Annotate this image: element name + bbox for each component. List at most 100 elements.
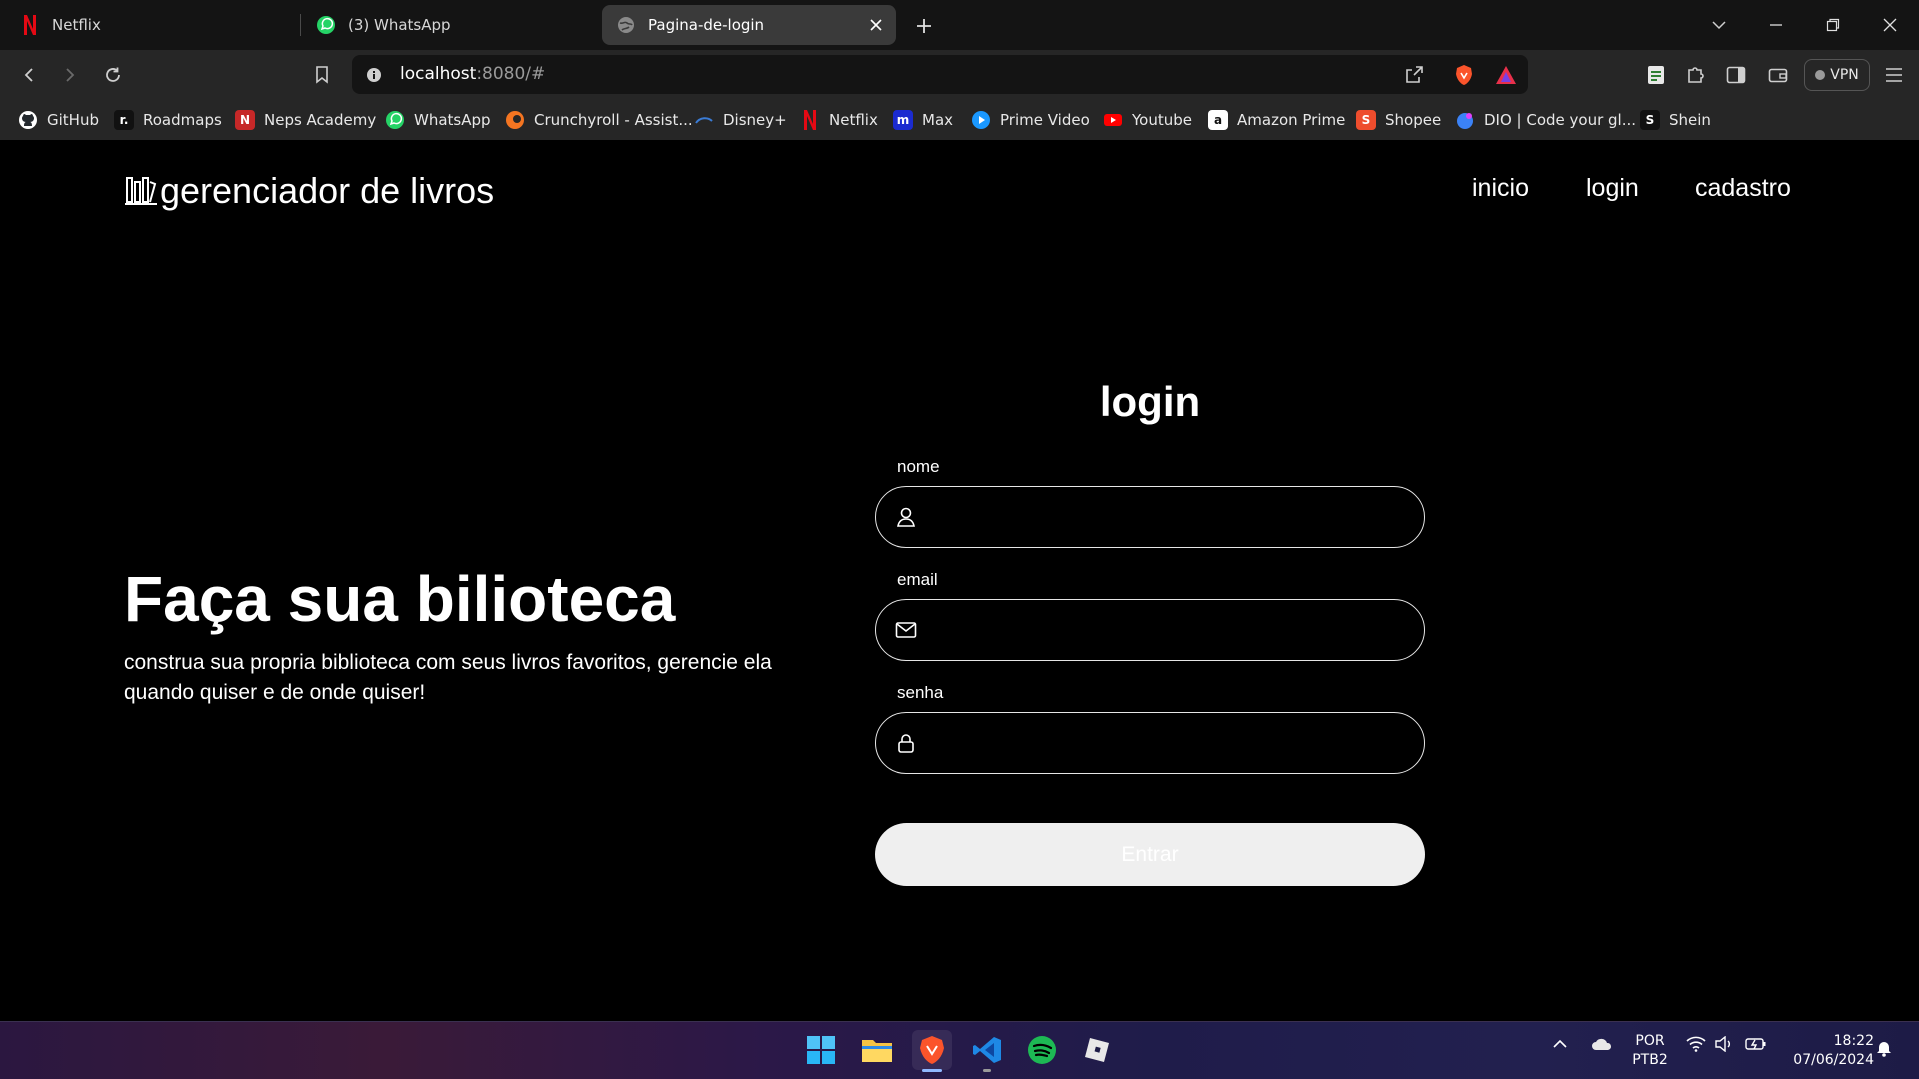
reload-button[interactable] xyxy=(98,60,128,90)
netflix-icon xyxy=(20,15,40,35)
vscode-icon[interactable] xyxy=(967,1030,1007,1070)
neps-academy-icon: N xyxy=(235,110,255,130)
bookmark-disney-plus[interactable]: Disney+ xyxy=(694,108,787,132)
clock[interactable]: 18:22 07/06/2024 xyxy=(1784,1032,1874,1070)
sheets-extension-icon[interactable] xyxy=(1641,60,1671,90)
share-icon[interactable] xyxy=(1399,60,1429,90)
site-info-icon[interactable] xyxy=(359,60,389,90)
shein-icon: S xyxy=(1640,110,1660,130)
bookmark-prime-video[interactable]: Prime Video xyxy=(971,108,1090,132)
tab-whatsapp[interactable]: (3) WhatsApp xyxy=(302,5,592,45)
bookmark-github[interactable]: GitHub xyxy=(18,108,99,132)
bookmark-shein[interactable]: S Shein xyxy=(1640,108,1711,132)
extensions-icon[interactable] xyxy=(1681,60,1711,90)
globe-icon xyxy=(616,15,636,35)
bookmark-dio[interactable]: DIO | Code your gl... xyxy=(1455,108,1636,132)
tab-separator xyxy=(300,14,301,36)
bookmark-label: Prime Video xyxy=(1000,111,1090,129)
vpn-button[interactable]: VPN xyxy=(1804,59,1870,91)
whatsapp-icon xyxy=(316,15,336,35)
email-input[interactable] xyxy=(936,610,1406,650)
nav-cadastro[interactable]: cadastro xyxy=(1695,174,1791,203)
nome-label: nome xyxy=(897,457,940,476)
bookmark-label: WhatsApp xyxy=(414,111,491,129)
brave-shields-icon[interactable] xyxy=(1449,60,1479,90)
prime-video-icon xyxy=(971,110,991,130)
clock-date: 07/06/2024 xyxy=(1793,1052,1874,1068)
bookmark-label: Neps Academy xyxy=(264,111,377,129)
brand-name: gerenciador de livros xyxy=(160,170,495,211)
tab-title: Netflix xyxy=(52,16,101,34)
sidebar-icon[interactable] xyxy=(1721,60,1751,90)
spotify-icon[interactable] xyxy=(1022,1030,1062,1070)
clock-time: 18:22 xyxy=(1833,1033,1874,1049)
bookmark-label: Crunchyroll - Assist... xyxy=(534,111,693,129)
tab-title: (3) WhatsApp xyxy=(348,16,451,34)
whatsapp-icon xyxy=(385,110,405,130)
show-hidden-icons-chevron-icon[interactable] xyxy=(1552,1036,1568,1056)
max-icon: m xyxy=(893,110,913,130)
tab-list-chevron-icon[interactable] xyxy=(1701,10,1737,40)
shopee-icon: S xyxy=(1356,110,1376,130)
bookmark-label: Amazon Prime xyxy=(1237,111,1346,129)
bookmark-label: Shopee xyxy=(1385,111,1442,129)
brave-browser-icon[interactable] xyxy=(912,1030,952,1070)
restore-button[interactable] xyxy=(1815,10,1851,40)
nome-field[interactable] xyxy=(875,486,1425,548)
bookmark-label: DIO | Code your gl... xyxy=(1484,111,1637,129)
wifi-icon[interactable] xyxy=(1686,1036,1706,1056)
roadmaps-icon: r. xyxy=(114,110,134,130)
entrar-button[interactable]: Entrar xyxy=(875,823,1425,886)
hero-title: Faça sua bilioteca xyxy=(124,563,676,635)
volume-icon[interactable] xyxy=(1714,1035,1734,1056)
tab-netflix[interactable]: Netflix xyxy=(6,5,296,45)
bookmark-roadmaps[interactable]: r. Roadmaps xyxy=(114,108,222,132)
login-title: login xyxy=(1099,378,1201,425)
email-label: email xyxy=(897,570,938,589)
youtube-icon xyxy=(1103,110,1123,130)
new-tab-button[interactable] xyxy=(910,12,938,40)
menu-icon[interactable] xyxy=(1879,60,1909,90)
bookmark-max[interactable]: m Max xyxy=(893,108,953,132)
notification-bell-icon[interactable] xyxy=(1876,1039,1892,1061)
language-indicator[interactable]: POR PTB2 xyxy=(1630,1032,1670,1070)
windows-start-icon[interactable] xyxy=(801,1030,841,1070)
forward-button[interactable] xyxy=(55,60,85,90)
bookmark-label: Youtube xyxy=(1132,111,1192,129)
nav-inicio[interactable]: inicio xyxy=(1472,174,1529,203)
email-field[interactable] xyxy=(875,599,1425,661)
brand-logo[interactable]: gerenciador de livros xyxy=(124,168,494,214)
bookmark-label: Shein xyxy=(1669,111,1711,129)
nome-input[interactable] xyxy=(936,497,1406,537)
roblox-icon[interactable] xyxy=(1077,1030,1117,1070)
netflix-icon xyxy=(800,110,820,130)
brave-rewards-icon[interactable] xyxy=(1491,60,1521,90)
file-explorer-icon[interactable] xyxy=(857,1030,897,1070)
senha-field[interactable] xyxy=(875,712,1425,774)
bookmark-label: Roadmaps xyxy=(143,111,222,129)
minimize-button[interactable] xyxy=(1758,10,1794,40)
bookmark-youtube[interactable]: Youtube xyxy=(1103,108,1192,132)
url-path: :8080/# xyxy=(476,64,546,84)
tab-pagina-de-login[interactable]: Pagina-de-login xyxy=(602,5,896,45)
crunchyroll-icon xyxy=(505,110,525,130)
battery-charging-icon[interactable] xyxy=(1745,1036,1767,1056)
url-text[interactable]: localhost:8080/# xyxy=(400,64,545,84)
bookmark-shopee[interactable]: S Shopee xyxy=(1356,108,1441,132)
keyboard-layout: PTB2 xyxy=(1632,1052,1668,1068)
bookmark-neps-academy[interactable]: N Neps Academy xyxy=(235,108,376,132)
bookmark-whatsapp[interactable]: WhatsApp xyxy=(385,108,491,132)
bookmark-crunchyroll[interactable]: Crunchyroll - Assist... xyxy=(505,108,693,132)
bookmark-netflix[interactable]: Netflix xyxy=(800,108,878,132)
bookmark-label: Disney+ xyxy=(723,111,787,129)
amazon-icon: a xyxy=(1208,110,1228,130)
close-window-button[interactable] xyxy=(1872,10,1908,40)
nav-login[interactable]: login xyxy=(1586,174,1639,203)
onedrive-cloud-icon[interactable] xyxy=(1591,1036,1613,1056)
back-button[interactable] xyxy=(14,60,44,90)
bookmark-amazon-prime[interactable]: a Amazon Prime xyxy=(1208,108,1345,132)
close-tab-icon[interactable] xyxy=(866,15,886,35)
bookmark-icon[interactable] xyxy=(307,60,337,90)
senha-input[interactable] xyxy=(936,723,1406,763)
wallet-icon[interactable] xyxy=(1763,60,1793,90)
